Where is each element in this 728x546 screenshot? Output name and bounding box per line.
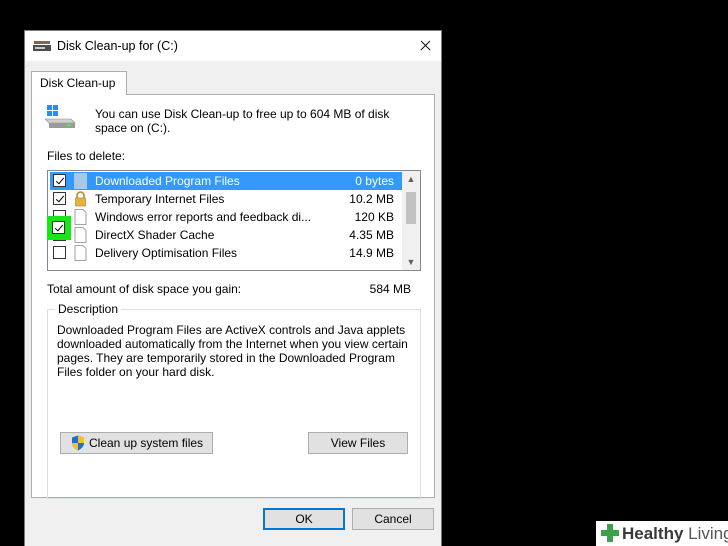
document-icon [74, 227, 87, 243]
description-title: Description [55, 302, 122, 316]
file-name: DirectX Shader Cache [95, 228, 215, 242]
program-files-icon [74, 173, 87, 189]
cancel-button[interactable]: Cancel [352, 508, 434, 530]
scroll-down-icon[interactable]: ▼ [402, 254, 420, 270]
list-item[interactable]: Downloaded Program Files 0 bytes [50, 172, 402, 190]
file-size: 0 bytes [355, 174, 394, 188]
total-space-value: 584 MB [369, 282, 411, 296]
clean-up-system-files-button[interactable]: Clean up system files [60, 432, 213, 454]
file-checkbox[interactable] [53, 174, 66, 187]
healthy-living-logo: Healthy Living [596, 521, 728, 546]
view-files-button[interactable]: View Files [308, 432, 408, 454]
logo-word-living: Living [688, 524, 728, 543]
description-text: Downloaded Program Files are ActiveX con… [57, 323, 408, 379]
file-size: 120 KB [354, 210, 394, 224]
tab-label: Disk Clean-up [40, 76, 116, 90]
file-name: Delivery Optimisation Files [95, 246, 238, 260]
list-item[interactable]: Delivery Optimisation Files 14.9 MB [50, 244, 402, 262]
document-icon [74, 209, 87, 225]
highlight-marker [47, 216, 71, 240]
file-name: Temporary Internet Files [95, 192, 225, 206]
document-icon [74, 245, 87, 261]
file-name: Windows error reports and feedback di... [95, 210, 312, 224]
tab-disk-cleanup[interactable]: Disk Clean-up [31, 71, 127, 95]
total-space-label: Total amount of disk space you gain: [47, 282, 242, 296]
files-to-delete-label: Files to delete: [47, 149, 126, 163]
logo-word-healthy: Healthy [622, 524, 684, 543]
scroll-thumb[interactable] [406, 192, 416, 224]
lock-icon [75, 191, 86, 207]
scroll-up-icon[interactable]: ▲ [402, 171, 420, 187]
windows-drive-icon [44, 105, 76, 128]
ok-button[interactable]: OK [263, 508, 345, 530]
plus-logo-icon [601, 524, 619, 542]
disk-cleanup-dialog: Disk Clean-up for (C:) Disk Clean-up You… [24, 30, 442, 546]
file-size: 10.2 MB [349, 192, 394, 206]
close-button[interactable] [409, 31, 441, 61]
file-checkbox[interactable] [53, 192, 66, 205]
file-name: Downloaded Program Files [95, 174, 240, 188]
window-title: Disk Clean-up for (C:) [57, 39, 178, 53]
file-size: 4.35 MB [349, 228, 394, 242]
logo-text: Healthy Living [622, 524, 728, 544]
list-scrollbar[interactable]: ▲ ▼ [402, 171, 420, 270]
shield-icon [72, 435, 84, 451]
intro-text: You can use Disk Clean-up to free up to … [95, 107, 390, 135]
clean-up-system-files-label: Clean up system files [89, 436, 204, 450]
files-list[interactable]: Downloaded Program Files 0 bytes Tempora… [47, 170, 421, 271]
list-item[interactable]: Temporary Internet Files 10.2 MB [50, 190, 402, 208]
title-bar: Disk Clean-up for (C:) [25, 31, 441, 61]
disk-cleanup-icon [33, 41, 51, 51]
list-item[interactable]: DirectX Shader Cache 4.35 MB [50, 226, 402, 244]
file-size: 14.9 MB [349, 246, 394, 260]
highlighted-checkbox[interactable] [52, 221, 65, 234]
list-item[interactable]: Windows error reports and feedback di...… [50, 208, 402, 226]
file-checkbox[interactable] [53, 246, 66, 259]
